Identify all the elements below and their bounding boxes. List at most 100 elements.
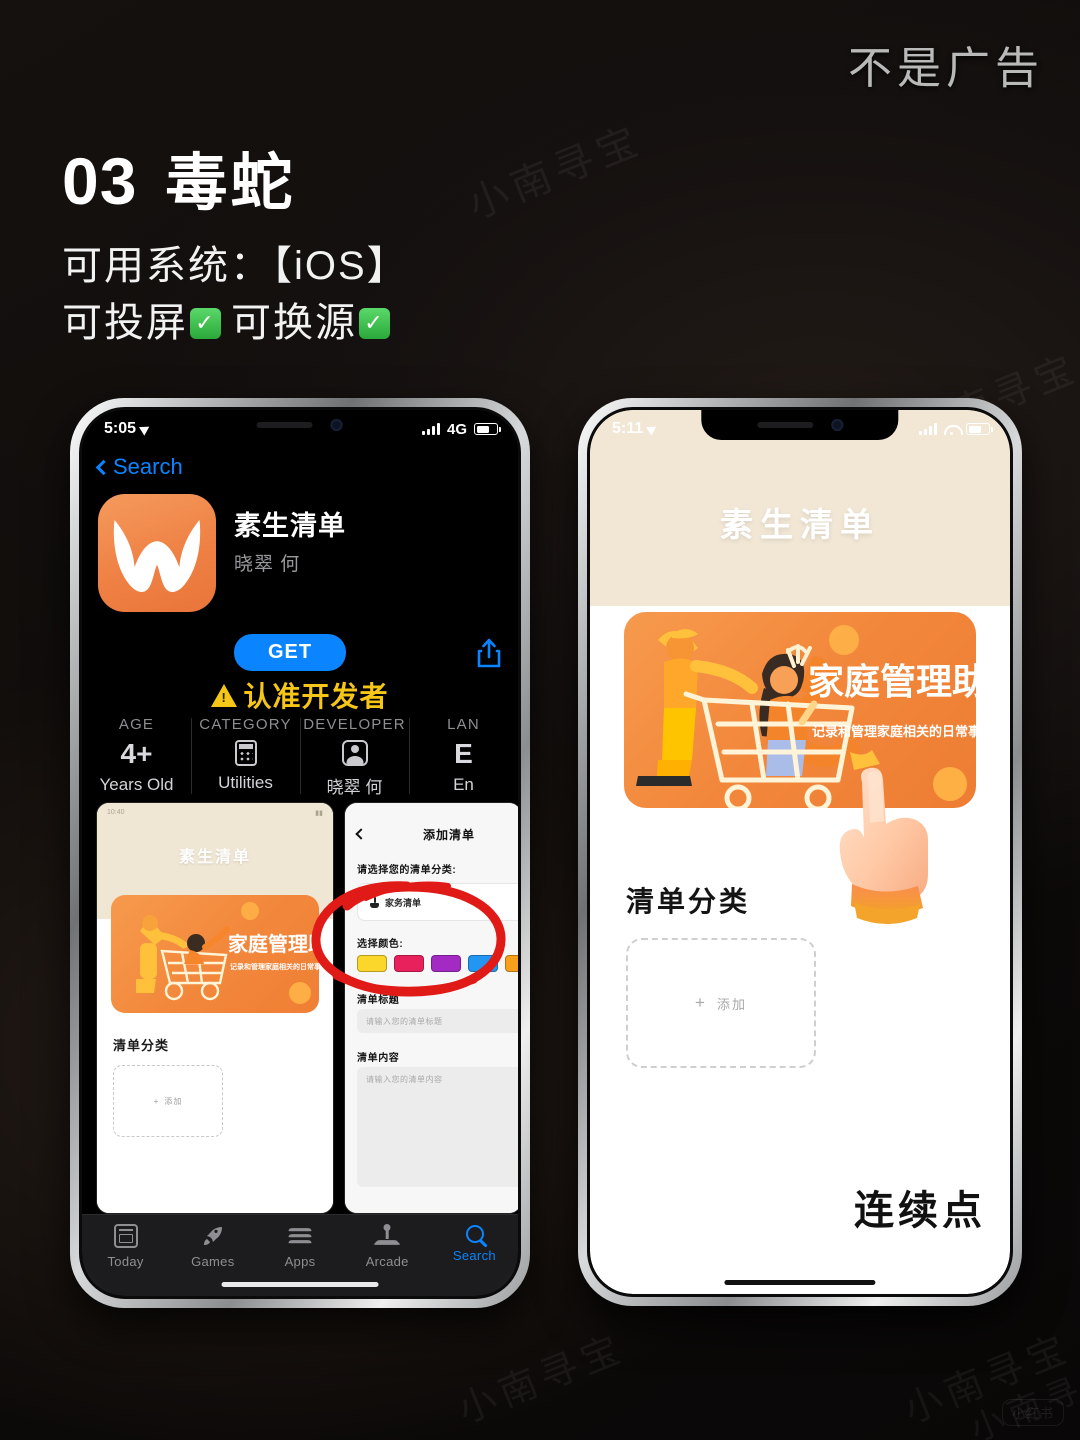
tab-apps[interactable]: Apps xyxy=(256,1224,343,1269)
app-header: 素生清单 晓翠 何 GET xyxy=(82,494,518,671)
chevron-left-icon xyxy=(95,459,112,475)
tab-today[interactable]: Today xyxy=(82,1224,169,1269)
signal-icon xyxy=(919,423,937,435)
inner-banner: 家庭管理助手 记录和管理家庭相关的日常事务 xyxy=(111,895,319,1013)
network-label: 4G xyxy=(446,420,467,438)
arcade-icon xyxy=(373,1224,402,1248)
inner-status-bar: 10:40 ▮▮ xyxy=(107,809,323,817)
app-title: 素生清单 xyxy=(234,511,346,541)
not-ad-label: 不是广告 xyxy=(848,44,1044,93)
phone-left-appstore: 5:05 4G Search 素生清单 晓翠 何 GET ! 认准开发者 AGE… xyxy=(70,398,530,1308)
inner-category-card[interactable]: 家务清单 xyxy=(357,883,518,921)
feature-line: 可投屏 ✓ 可换源 ✓ xyxy=(62,295,409,352)
inner-add-button[interactable]: + 添加 xyxy=(113,1065,223,1137)
status-time: 5:11 xyxy=(612,420,644,437)
screenshot-carousel[interactable]: 10:40 ▮▮ 素生清单 家庭管理 记录和管理家庭相关的日常事务 清单分类 +… xyxy=(82,802,518,1214)
notch xyxy=(197,410,403,440)
inner-title-label: 清单标题 xyxy=(357,995,400,1006)
info-cell-age: AGE 4+ Years Old xyxy=(99,716,174,794)
get-row: GET xyxy=(98,634,502,671)
tab-search[interactable]: Search xyxy=(431,1224,518,1263)
color-swatch[interactable] xyxy=(394,955,424,972)
phone-right-app: 5:11 素生清单 家庭管理 记录和管理家庭相关的日常事务 清单分类 + 添加 … xyxy=(578,398,1022,1306)
app-title: 素生清单 xyxy=(720,506,880,543)
camera-icon xyxy=(331,419,343,431)
get-button[interactable]: GET xyxy=(234,634,347,671)
signal-icon xyxy=(421,423,440,435)
inner-color-swatches[interactable] xyxy=(357,955,518,972)
app-meta: 素生清单 晓翠 何 xyxy=(234,494,346,612)
poster-root: 小南寻宝 小南寻宝 小南寻宝 小南寻宝 小南寻宝 小南寻宝 不是广告 03 毒蛇… xyxy=(0,0,1080,1440)
app-info-bar: AGE 4+ Years Old CATEGORY Utilities DEVE… xyxy=(82,712,518,798)
feature-source-label: 可换源 xyxy=(231,300,357,345)
svg-text:记录和管理家庭相关的日常事务: 记录和管理家庭相关的日常事务 xyxy=(230,962,319,971)
inner-title-input[interactable]: 请输入您的清单标题 xyxy=(357,1009,518,1033)
title-app-name: 毒蛇 xyxy=(165,149,296,218)
svg-text:家庭管理助手: 家庭管理助手 xyxy=(808,661,976,702)
today-icon xyxy=(113,1224,138,1248)
left-screen: 5:05 4G Search 素生清单 晓翠 何 GET ! 认准开发者 AGE… xyxy=(82,410,518,1296)
notch xyxy=(701,410,899,440)
annotation-tap-repeatedly: 连续点 xyxy=(854,1189,986,1233)
tab-games[interactable]: Games xyxy=(169,1224,256,1269)
corner-badge: 小红书 xyxy=(1001,1399,1064,1426)
inner-form-nav: 添加清单 xyxy=(345,819,518,849)
camera-icon xyxy=(830,419,843,431)
check-icon: ✓ xyxy=(190,307,221,339)
back-label: Search xyxy=(113,454,183,479)
share-icon[interactable] xyxy=(476,638,502,668)
color-swatch[interactable] xyxy=(505,955,518,972)
page-title: 03 毒蛇 xyxy=(62,132,295,222)
system-line: 可用系统：【iOS】 xyxy=(62,244,409,288)
rocket-icon xyxy=(201,1224,225,1248)
info-cell-developer: DEVELOPER 晓翠 何 xyxy=(300,712,409,798)
calculator-icon xyxy=(234,740,257,766)
broom-icon xyxy=(370,896,379,908)
feature-cast-label: 可投屏 xyxy=(62,300,188,345)
info-cell-language: LAN E En xyxy=(409,712,518,798)
location-arrow-icon xyxy=(646,422,660,436)
back-button[interactable]: Search xyxy=(95,454,183,480)
inner-content-label: 清单内容 xyxy=(357,1053,400,1064)
poster-meta: 可用系统：【iOS】 可投屏 ✓ 可换源 ✓ xyxy=(62,238,409,352)
home-indicator xyxy=(724,1280,876,1285)
check-icon: ✓ xyxy=(359,307,390,339)
inner-status-icons: ▮▮ xyxy=(315,810,323,817)
battery-icon xyxy=(966,423,993,435)
wifi-icon xyxy=(944,424,963,435)
status-time: 5:05 xyxy=(104,420,137,437)
warning-text: 认准开发者 xyxy=(243,681,389,712)
developer-warning: 认准开发者 xyxy=(82,675,518,715)
speaker-icon xyxy=(756,422,813,428)
pointing-hand-icon xyxy=(839,767,928,924)
inner-content-input[interactable]: 请输入您的清单内容 xyxy=(357,1067,518,1187)
person-icon xyxy=(341,740,368,766)
color-swatch[interactable] xyxy=(431,955,461,972)
color-swatch[interactable] xyxy=(468,955,498,972)
right-screen: 5:11 素生清单 家庭管理 记录和管理家庭相关的日常事务 清单分类 + 添加 … xyxy=(590,410,1010,1294)
color-swatch[interactable] xyxy=(357,955,387,972)
screenshot-form[interactable]: 添加清单 请选择您的清单分类: 家务清单 选择颜色: 清单标题 请输入您的清单标… xyxy=(344,802,518,1214)
home-indicator xyxy=(221,1282,379,1287)
watermark: 小南寻宝 xyxy=(452,1327,632,1433)
chevron-left-icon[interactable] xyxy=(355,828,367,840)
inner-section-title: 清单分类 xyxy=(113,1038,170,1053)
inner-app-title: 素生清单 xyxy=(178,849,251,866)
app-icon xyxy=(98,494,216,612)
title-index: 03 xyxy=(62,144,138,218)
svg-text:记录和管理家庭相关的日常事务: 记录和管理家庭相关的日常事务 xyxy=(812,724,976,739)
add-category-button[interactable]: + 添加 xyxy=(626,938,816,1068)
search-icon xyxy=(466,1225,485,1243)
battery-icon xyxy=(474,423,501,435)
tab-arcade[interactable]: Arcade xyxy=(344,1224,431,1269)
screenshot-home[interactable]: 10:40 ▮▮ 素生清单 家庭管理 记录和管理家庭相关的日常事务 清单分类 +… xyxy=(96,802,334,1214)
speaker-icon xyxy=(257,422,313,428)
watermark: 小南寻宝 xyxy=(461,117,650,228)
info-cell-category: CATEGORY Utilities xyxy=(191,712,300,798)
plus-icon: + xyxy=(695,993,707,1012)
location-arrow-icon xyxy=(139,422,152,436)
apps-icon xyxy=(287,1224,313,1248)
inner-form-title: 添加清单 xyxy=(423,827,476,842)
svg-text:家庭管理助手: 家庭管理助手 xyxy=(228,932,319,956)
warning-triangle-icon xyxy=(211,683,238,707)
